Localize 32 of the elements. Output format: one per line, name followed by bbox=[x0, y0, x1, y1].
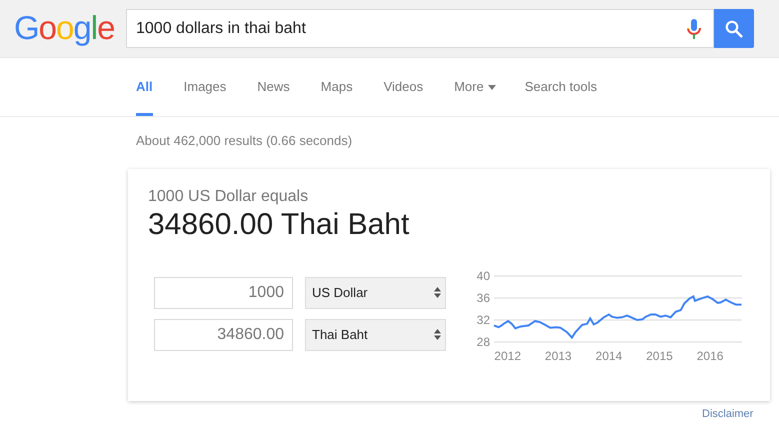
tab[interactable]: Maps bbox=[320, 58, 353, 116]
caret-icon bbox=[488, 84, 496, 90]
converter-subtitle: 1000 US Dollar equals bbox=[148, 186, 308, 206]
disclaimer-link[interactable]: Disclaimer bbox=[702, 406, 754, 422]
more-menu[interactable]: More bbox=[454, 58, 496, 116]
amount-field[interactable]: 1000 bbox=[154, 276, 293, 308]
tab[interactable]: Videos bbox=[384, 58, 424, 116]
axis-label: 2013 bbox=[544, 348, 572, 362]
axis-label: 2015 bbox=[646, 348, 673, 362]
axis-label: 28 bbox=[476, 334, 490, 348]
amount-field[interactable]: 34860.00 bbox=[154, 318, 293, 350]
tab[interactable]: Images bbox=[184, 58, 226, 116]
axis-label: 2014 bbox=[596, 348, 622, 362]
axis-label: 36 bbox=[476, 290, 490, 304]
tab[interactable]: All bbox=[136, 58, 153, 116]
converter-result: 34860.00 Thai Baht bbox=[148, 206, 410, 242]
sort-arrows-icon bbox=[434, 287, 441, 298]
search-button[interactable] bbox=[714, 9, 754, 48]
microphone-icon[interactable] bbox=[687, 18, 701, 38]
axis-label: 40 bbox=[476, 268, 490, 282]
tab[interactable]: News bbox=[257, 58, 290, 116]
search-tools-button[interactable]: Search tools bbox=[524, 58, 597, 116]
currency-select[interactable]: Thai Baht bbox=[305, 318, 446, 350]
search-icon bbox=[725, 20, 743, 38]
axis-label: 2012 bbox=[494, 348, 521, 362]
sort-arrows-icon bbox=[434, 329, 441, 340]
result-stats: About 462,000 results (0.66 seconds) bbox=[136, 132, 352, 150]
axis-label: 32 bbox=[476, 312, 490, 326]
logo[interactable]: Google bbox=[14, 11, 114, 44]
search-field[interactable]: 1000 dollars in thai baht bbox=[126, 9, 714, 48]
currency-select[interactable]: US Dollar bbox=[305, 276, 446, 308]
axis-label: 2016 bbox=[696, 348, 724, 362]
